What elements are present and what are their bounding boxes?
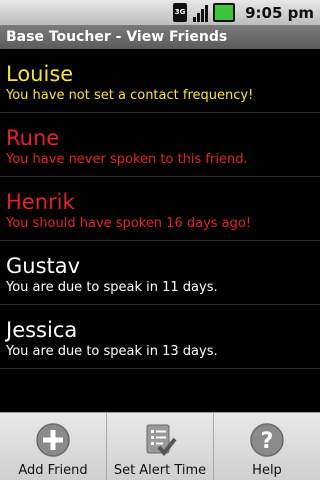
friend-status: You have never spoken to this friend. bbox=[6, 152, 248, 167]
help-label: Help bbox=[252, 463, 282, 478]
3g-icon: 3G bbox=[173, 3, 188, 22]
battery-icon bbox=[213, 3, 236, 22]
network-type-label: 3G bbox=[174, 8, 186, 16]
help-icon: ? bbox=[249, 422, 285, 458]
friend-status: You are due to speak in 11 days. bbox=[6, 280, 218, 295]
page-title: Base Toucher - View Friends bbox=[6, 29, 228, 45]
friend-name: Louise bbox=[6, 62, 74, 86]
add-friend-button[interactable]: Add Friend bbox=[0, 413, 106, 480]
friend-list: Louise You have not set a contact freque… bbox=[0, 49, 320, 369]
friend-name: Henrik bbox=[6, 190, 75, 214]
set-alert-time-label: Set Alert Time bbox=[113, 463, 207, 478]
friend-status: You have not set a contact frequency! bbox=[6, 88, 254, 103]
checklist-icon bbox=[142, 422, 178, 458]
friend-row[interactable]: Louise You have not set a contact freque… bbox=[0, 49, 320, 113]
options-menu: Add Friend Set Alert Time ? Help bbox=[0, 412, 320, 480]
friend-status: You are due to speak in 13 days. bbox=[6, 344, 218, 359]
app-title-bar: Base Toucher - View Friends bbox=[0, 25, 320, 49]
friend-row[interactable]: Jessica You are due to speak in 13 days. bbox=[0, 305, 320, 369]
svg-text:?: ? bbox=[261, 429, 274, 454]
add-icon bbox=[35, 422, 71, 458]
help-button[interactable]: ? Help bbox=[213, 413, 320, 480]
status-bar: 3G 9:05 pm bbox=[0, 0, 320, 25]
friend-name: Gustav bbox=[6, 254, 81, 278]
friend-name: Jessica bbox=[6, 318, 78, 342]
friend-row[interactable]: Henrik You should have spoken 16 days ag… bbox=[0, 177, 320, 241]
signal-icon bbox=[191, 3, 209, 22]
add-friend-label: Add Friend bbox=[18, 463, 88, 478]
friend-name: Rune bbox=[6, 126, 60, 150]
clock: 9:05 pm bbox=[245, 3, 314, 22]
friend-row[interactable]: Rune You have never spoken to this frien… bbox=[0, 113, 320, 177]
set-alert-time-button[interactable]: Set Alert Time bbox=[106, 413, 213, 480]
friend-status: You should have spoken 16 days ago! bbox=[6, 216, 252, 231]
friend-row[interactable]: Gustav You are due to speak in 11 days. bbox=[0, 241, 320, 305]
